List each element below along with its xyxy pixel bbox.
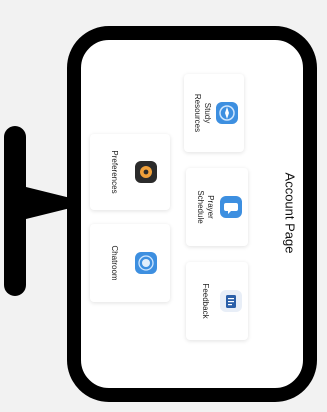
preferences-label: Preferences [110,150,119,194]
chatroom-label: Chatroom [110,245,119,281]
card-prayer-schedule[interactable]: Prayer Schedule [186,168,248,246]
card-study-resources[interactable]: Study Resources [184,74,244,152]
monitor-stand-neck [22,186,70,220]
prayer-schedule-label: Prayer Schedule [195,190,215,224]
chat-bubble-icon [219,196,242,218]
card-preferences[interactable]: Preferences [90,134,170,210]
feedback-label: Feedback [200,283,210,319]
settings-app-icon [135,161,157,183]
study-resources-label: Study Resources [193,93,212,133]
document-icon [219,290,242,312]
compass-icon [216,102,239,124]
chat-app-icon [135,252,157,274]
page-title: Account Page [282,172,298,254]
card-feedback[interactable]: Feedback [186,262,248,340]
card-chatroom[interactable]: Chatroom [90,224,170,302]
